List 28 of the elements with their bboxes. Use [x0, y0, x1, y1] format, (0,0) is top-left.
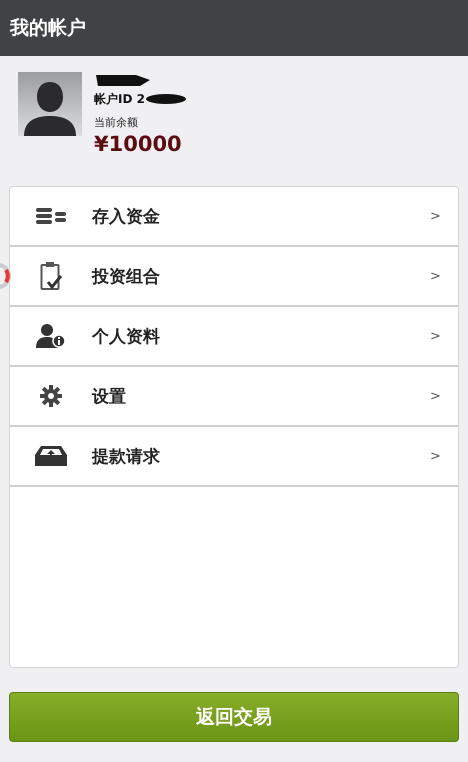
- settings-icon: [40, 385, 62, 407]
- menu-label: 设置: [92, 386, 127, 408]
- clipboard-check-icon: [40, 261, 62, 291]
- menu-label: 个人资料: [92, 326, 161, 348]
- redacted-name: [94, 72, 152, 88]
- account-id: 帐户ID 2: [94, 90, 145, 108]
- chevron-icon: >: [430, 268, 458, 284]
- menu-label: 投资组合: [92, 266, 161, 288]
- balance-label: 当前余额: [94, 115, 139, 130]
- chevron-icon: >: [430, 388, 458, 404]
- menu-item[interactable]: 个人资料 >: [10, 307, 458, 367]
- chevron-icon: >: [430, 448, 458, 464]
- menu-item[interactable]: 存入资金 >: [10, 187, 458, 247]
- redacted-id: [146, 94, 186, 104]
- coins-icon: [36, 208, 66, 224]
- menu-label: 存入资金: [92, 206, 161, 228]
- upload-tray-icon: [35, 446, 67, 466]
- avatar-icon: [18, 72, 82, 136]
- floating-ring-icon[interactable]: [0, 262, 12, 290]
- menu-label: 提款请求: [92, 446, 161, 468]
- menu-item[interactable]: 投资组合 >: [10, 247, 458, 307]
- page-title: 我的帐户: [10, 16, 86, 41]
- balance-amount: ¥10000: [94, 132, 183, 156]
- chevron-icon: >: [430, 328, 458, 344]
- chevron-icon: >: [430, 208, 458, 224]
- menu-item[interactable]: 设置 >: [10, 367, 458, 427]
- menu-item[interactable]: 提款请求 >: [10, 427, 458, 487]
- user-info-icon: [36, 324, 66, 348]
